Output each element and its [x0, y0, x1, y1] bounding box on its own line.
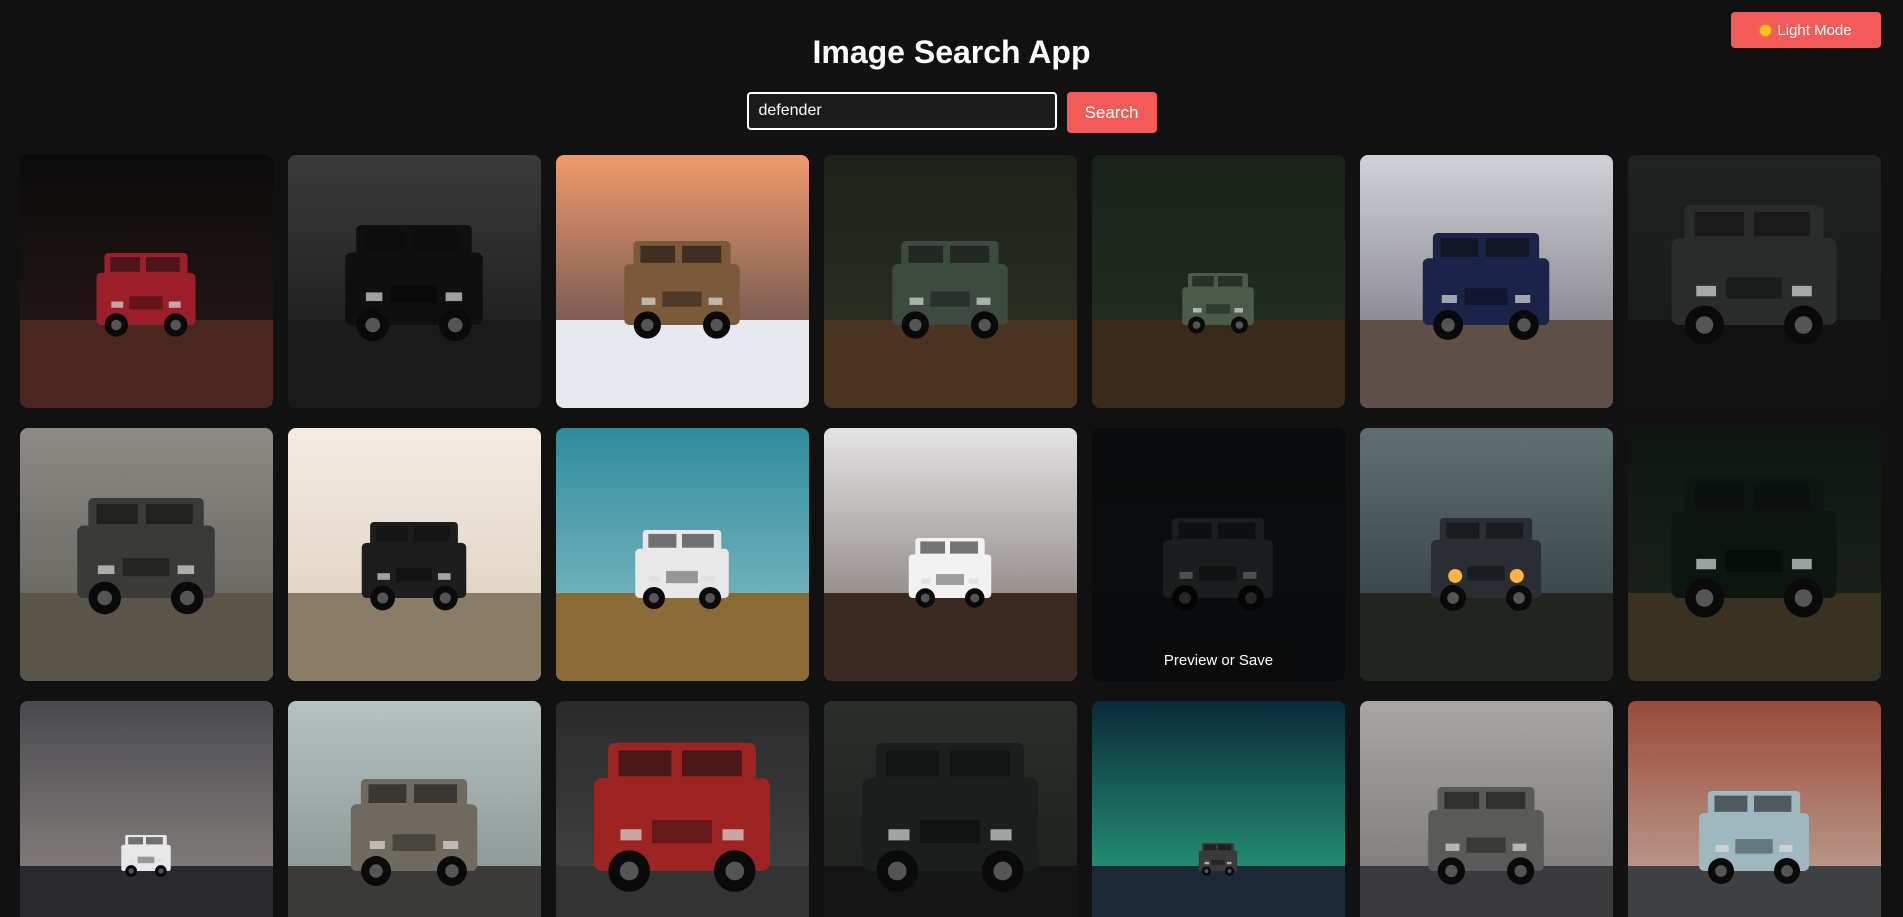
result-image — [20, 701, 273, 917]
result-image-tile[interactable] — [1628, 428, 1881, 681]
result-image — [824, 428, 1077, 681]
result-image-tile[interactable] — [1628, 701, 1881, 917]
search-button[interactable]: Search — [1066, 92, 1157, 133]
result-image — [1628, 155, 1881, 408]
result-image — [1360, 428, 1613, 681]
result-image — [20, 155, 273, 408]
result-image — [556, 428, 809, 681]
result-image — [556, 155, 809, 408]
result-image-tile[interactable] — [824, 428, 1077, 681]
search-input[interactable] — [746, 92, 1057, 130]
result-image-tile[interactable] — [824, 701, 1077, 917]
result-image — [288, 155, 541, 408]
result-image — [556, 701, 809, 917]
result-image-tile[interactable] — [1092, 701, 1345, 917]
result-image-tile[interactable] — [1092, 155, 1345, 408]
result-image — [824, 155, 1077, 408]
result-image-tile[interactable] — [20, 701, 273, 917]
result-image — [20, 428, 273, 681]
result-image — [1628, 428, 1881, 681]
page-title: Image Search App — [812, 34, 1091, 70]
result-image — [1360, 701, 1613, 917]
result-image-tile[interactable] — [1360, 428, 1613, 681]
result-image — [1092, 155, 1345, 408]
result-image — [1092, 428, 1345, 681]
result-image — [1628, 701, 1881, 917]
result-image-tile[interactable] — [288, 155, 541, 408]
result-image-tile[interactable] — [556, 428, 809, 681]
result-image-tile[interactable] — [1360, 155, 1613, 408]
result-image-tile[interactable] — [556, 155, 809, 408]
image-results-grid: Preview or Save — [20, 155, 1881, 917]
result-image-tile[interactable] — [288, 701, 541, 917]
result-image — [288, 428, 541, 681]
preview-or-save-tooltip[interactable]: Preview or Save — [1152, 645, 1285, 676]
result-image-tile[interactable] — [288, 428, 541, 681]
result-image-tile[interactable] — [20, 155, 273, 408]
result-image — [288, 701, 541, 917]
result-image-tile[interactable]: Preview or Save — [1092, 428, 1345, 681]
result-image-tile[interactable] — [20, 428, 273, 681]
result-image — [824, 701, 1077, 917]
result-image — [1092, 701, 1345, 917]
result-image-tile[interactable] — [556, 701, 809, 917]
result-image-tile[interactable] — [1628, 155, 1881, 408]
result-image-tile[interactable] — [1360, 701, 1613, 917]
page: Light Mode Image Search App Search — [0, 0, 1903, 917]
result-image-tile[interactable] — [824, 155, 1077, 408]
search-bar: Search — [0, 92, 1903, 133]
result-image — [1360, 155, 1613, 408]
